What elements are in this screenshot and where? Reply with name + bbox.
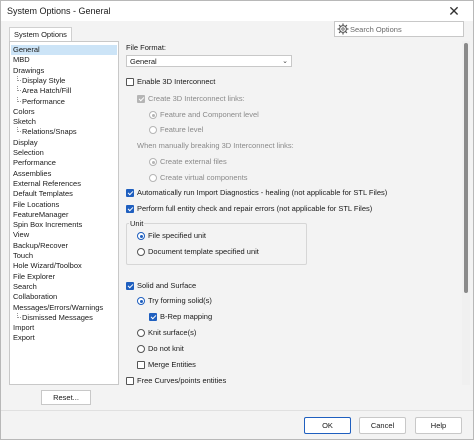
feature-and-component-level-label: Feature and Component level: [160, 110, 259, 119]
tree-item-external-references[interactable]: External References: [13, 179, 81, 189]
gear-icon: [337, 23, 349, 35]
file-format-value: General: [130, 57, 157, 66]
chevron-down-icon: ⌄: [282, 58, 288, 65]
tree-item-hole-wizard-toolbox[interactable]: Hole Wizard/Toolbox: [13, 261, 82, 271]
tree-item-dismissed-messages[interactable]: Dismissed Messages: [17, 312, 93, 323]
tree-item-file-locations[interactable]: File Locations: [13, 200, 59, 210]
create-links-checkbox[interactable]: [137, 95, 145, 103]
tree-item-performance[interactable]: Performance: [13, 158, 56, 168]
unit-group-title: Unit: [129, 219, 145, 229]
file-format-label: File Format:: [126, 43, 167, 52]
ok-button[interactable]: OK: [304, 417, 351, 434]
tree-item-label: Display Style: [22, 75, 66, 85]
tree-item-search[interactable]: Search: [13, 282, 37, 292]
help-button[interactable]: Help: [415, 417, 462, 434]
feature-level-radio[interactable]: [149, 126, 157, 134]
search-placeholder: Search Options: [350, 25, 402, 34]
full-entity-check-checkbox[interactable]: [126, 205, 134, 213]
auto-import-diagnostics-checkbox[interactable]: [126, 189, 134, 197]
tree-item-label: Area Hatch/Fill: [22, 86, 72, 96]
knit-surfaces-label: Knit surface(s): [148, 328, 197, 337]
file-specified-unit-label: File specified unit: [148, 231, 206, 240]
merge-entities-checkbox[interactable]: [137, 361, 145, 369]
when-breaking-label: When manually breaking 3D Interconnect l…: [137, 141, 294, 150]
tree-item-drawings[interactable]: Drawings: [13, 66, 44, 76]
tree-item-export[interactable]: Export: [13, 333, 35, 343]
tree-item-drawings-performance[interactable]: Performance: [17, 96, 65, 107]
full-entity-check-label: Perform full entity check and repair err…: [137, 204, 373, 213]
do-not-knit-radio[interactable]: [137, 345, 145, 353]
system-options-dialog: System Options - General ✕ System Option…: [0, 0, 474, 440]
tree-item-mbd[interactable]: MBD: [13, 55, 30, 65]
feature-and-component-level-radio[interactable]: [149, 111, 157, 119]
cancel-button[interactable]: Cancel: [359, 417, 406, 434]
document-template-unit-radio[interactable]: [137, 248, 145, 256]
create-virtual-components-radio[interactable]: [149, 174, 157, 182]
enable-3d-interconnect-label: Enable 3D Interconnect: [137, 77, 216, 86]
tab-system-options[interactable]: System Options: [9, 27, 72, 41]
tree-item-backup-recover[interactable]: Backup/Recover: [13, 241, 68, 251]
tree-item-display[interactable]: Display: [13, 138, 38, 148]
tree-branch-line: [17, 96, 21, 102]
create-links-label: Create 3D Interconnect links:: [148, 94, 245, 103]
do-not-knit-label: Do not knit: [148, 344, 184, 353]
try-forming-solids-label: Try forming solid(s): [148, 296, 212, 305]
file-format-dropdown[interactable]: General ⌄: [126, 55, 292, 67]
file-specified-unit-radio[interactable]: [137, 232, 145, 240]
tree-item-general[interactable]: General: [11, 45, 117, 55]
knit-surfaces-radio[interactable]: [137, 329, 145, 337]
brep-mapping-label: B-Rep mapping: [160, 312, 213, 321]
tree-item-sketch[interactable]: Sketch: [13, 117, 36, 127]
window-title: System Options - General: [7, 6, 111, 16]
try-forming-solids-radio[interactable]: [137, 297, 145, 305]
tree-item-default-templates[interactable]: Default Templates: [13, 189, 73, 199]
tree-item-spin-box-increments[interactable]: Spin Box Increments: [13, 220, 82, 230]
tree-branch-line: [17, 312, 21, 318]
tree-item-import[interactable]: Import: [13, 323, 34, 333]
search-input[interactable]: Search Options: [334, 21, 464, 37]
enable-3d-interconnect-checkbox[interactable]: [126, 78, 134, 86]
title-bar: System Options - General ✕: [1, 1, 473, 21]
general-options-panel: File Format: General ⌄ Enable 3D Interco…: [121, 41, 471, 391]
document-template-unit-label: Document template specified unit: [148, 247, 259, 256]
create-external-files-radio[interactable]: [149, 158, 157, 166]
vertical-scrollbar[interactable]: [462, 41, 470, 385]
unit-group: [126, 223, 307, 265]
tree-item-area-hatch-fill[interactable]: Area Hatch/Fill: [17, 86, 72, 96]
options-tree: General MBD Drawings Display Style Area …: [9, 41, 119, 385]
tree-item-label: Performance: [22, 96, 65, 106]
feature-level-label: Feature level: [160, 125, 204, 134]
tree-item-assemblies[interactable]: Assemblies: [13, 169, 51, 179]
solid-and-surface-checkbox[interactable]: [126, 282, 134, 290]
free-curves-points-checkbox[interactable]: [126, 377, 134, 385]
tree-item-selection[interactable]: Selection: [13, 148, 44, 158]
create-external-files-label: Create external files: [160, 157, 227, 166]
brep-mapping-checkbox[interactable]: [149, 313, 157, 321]
scrollbar-thumb[interactable]: [464, 43, 468, 293]
tree-item-view[interactable]: View: [13, 230, 29, 240]
tree-item-label: Dismissed Messages: [22, 312, 93, 322]
free-curves-points-label: Free Curves/points entities: [137, 376, 227, 385]
tree-item-collaboration[interactable]: Collaboration: [13, 292, 57, 302]
tree-item-featuremanager[interactable]: FeatureManager: [13, 210, 68, 220]
tree-item-display-style[interactable]: Display Style: [17, 75, 66, 86]
tree-branch-line: [17, 127, 21, 133]
tree-item-touch[interactable]: Touch: [13, 251, 33, 261]
merge-entities-label: Merge Entities: [148, 360, 196, 369]
reset-button[interactable]: Reset...: [41, 390, 91, 405]
close-icon[interactable]: ✕: [439, 1, 469, 21]
tree-item-file-explorer[interactable]: File Explorer: [13, 272, 55, 282]
auto-import-diagnostics-label: Automatically run Import Diagnostics - h…: [137, 188, 388, 197]
tree-item-messages-errors-warnings[interactable]: Messages/Errors/Warnings: [13, 303, 103, 313]
solid-and-surface-label: Solid and Surface: [137, 281, 197, 290]
tree-item-relations-snaps[interactable]: Relations/Snaps: [17, 127, 77, 137]
tree-item-label: Relations/Snaps: [22, 127, 77, 137]
tree-item-colors[interactable]: Colors: [13, 107, 35, 117]
tree-branch-line: [17, 75, 21, 81]
tree-branch-line: [17, 86, 21, 92]
create-virtual-components-label: Create virtual components: [160, 173, 248, 182]
footer-divider: [1, 410, 473, 411]
